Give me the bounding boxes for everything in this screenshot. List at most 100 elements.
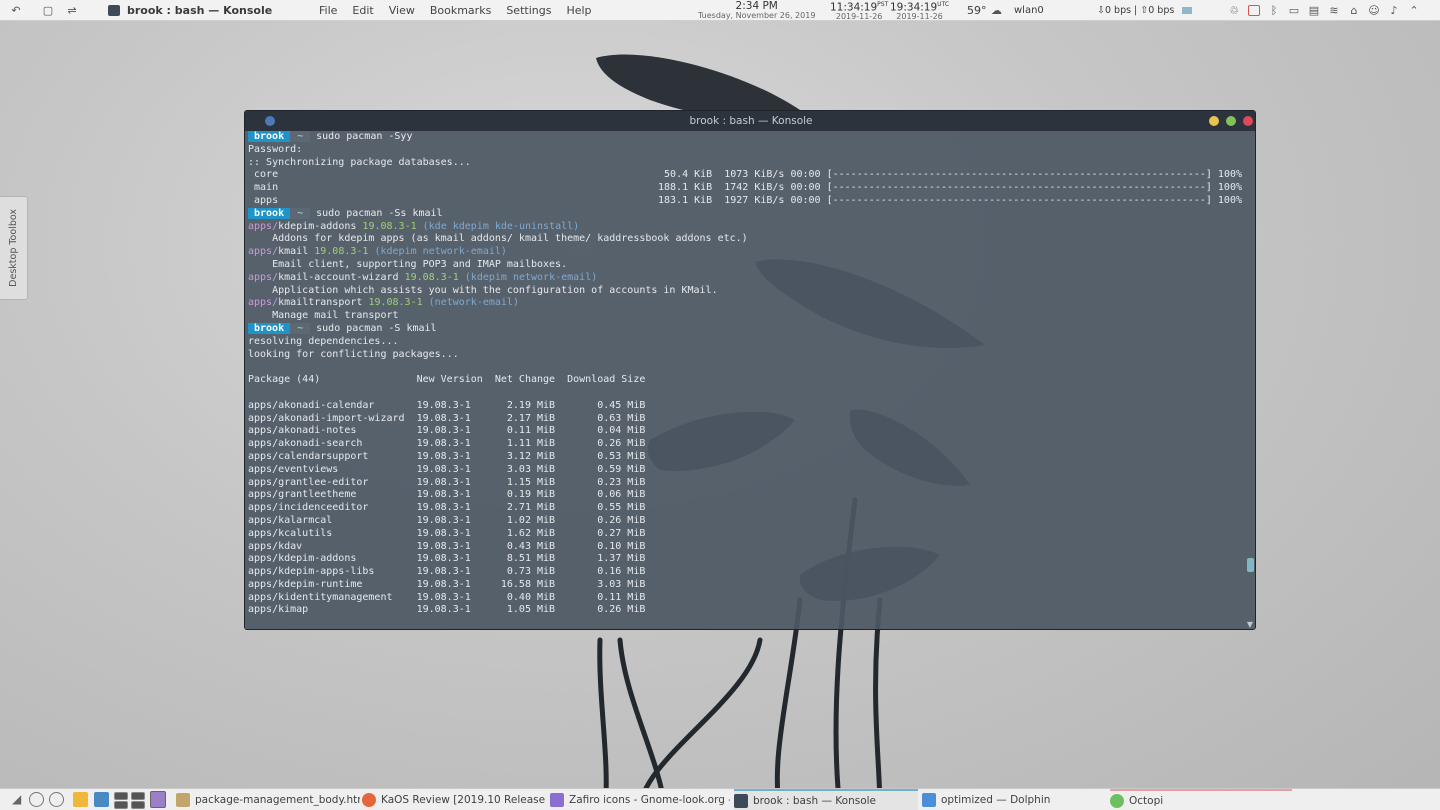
menu-launcher-icon[interactable]: ◢ [12,792,27,807]
package-row: apps/kdepim-apps-libs 19.08.3-1 0.73 MiB… [248,566,646,578]
terminal-line: brook ~ sudo pacman -Ss kmail [248,207,1242,221]
scroll-down-icon[interactable]: ▼ [1247,620,1253,629]
menu-help[interactable]: Help [566,4,591,17]
clock-pst[interactable]: 11:34:19PST 2019-11-26 [830,0,889,22]
minimize-button[interactable] [1209,116,1219,126]
package-row: apps/calendarsupport 19.08.3-1 3.12 MiB … [248,450,646,462]
window-menu-icon[interactable] [265,116,275,126]
terminal-line: :: Synchronizing package databases... [248,156,471,168]
command-text: sudo pacman -S kmail [316,322,437,334]
window-switch-icon[interactable]: ⇌ [66,5,78,16]
task-label: brook : bash — Konsole [753,795,877,807]
result-repo: apps/ [248,220,279,232]
taskbar-task-konsole[interactable]: brook : bash — Konsole [734,789,918,810]
net-separator: | [1134,5,1138,16]
terminal-line: Password: [248,143,303,155]
lock-icon[interactable]: ⌂ [1348,5,1360,16]
browser-icon [550,793,564,807]
download-arrow-icon: ⇩ [1097,5,1105,16]
power-icon[interactable] [49,792,64,807]
volume-icon[interactable]: ♪ [1388,5,1400,16]
taskbar-task-text-editor[interactable]: package-management_body.html... [176,789,360,810]
pager-active-desktop[interactable] [150,791,166,808]
package-row: apps/kalarmcal 19.08.3-1 1.02 MiB 0.26 M… [248,514,646,526]
search-result: apps/kmail 19.08.3-1 (kdepim network-ema… [248,246,1242,259]
active-window-title[interactable]: brook : bash — Konsole [108,0,272,21]
db-progress: 188.1 KiB 1742 KiB/s 00:00 [------------… [658,182,1242,194]
result-version: 19.08.3-1 [368,297,423,309]
user-circle-icon[interactable] [29,792,44,807]
scrollbar-thumb[interactable] [1247,558,1254,572]
system-tray: ♲ ᛒ ▭ ▤ ≋ ⌂ ☺ ♪ ⌃ [1224,0,1424,21]
package-row: apps/kdepim-addons 19.08.3-1 8.51 MiB 1.… [248,553,646,565]
result-name: kdepim-addons [278,220,357,232]
package-row: apps/akonadi-import-wizard 19.08.3-1 2.1… [248,412,646,424]
terminal-icon [108,5,120,16]
package-row: apps/kidentitymanagement 19.08.3-1 0.40 … [248,591,646,603]
folder-icon [922,793,936,807]
terminal-line: looking for conflicting packages... [248,348,459,360]
clock-utc-date: 2019-11-26 [896,12,943,22]
taskbar: ◢ package-management_body.html... KaOS R… [0,788,1440,810]
result-name: kmail [278,246,309,258]
db-progress: 50.4 KiB 1073 KiB/s 00:00 [-------------… [664,169,1242,181]
terminal-line: resolving dependencies... [248,335,399,347]
package-row: apps/grantleetheme 19.08.3-1 0.19 MiB 0.… [248,489,646,501]
menu-bookmarks[interactable]: Bookmarks [430,4,491,17]
konsole-window[interactable]: brook : bash — Konsole brook ~ sudo pacman… [244,110,1256,630]
result-repo: apps/ [248,297,279,309]
result-groups: (network-email) [428,297,519,309]
close-button[interactable] [1243,116,1253,126]
browser-icon [362,793,376,807]
back-arrow-icon[interactable]: ↶ [10,5,22,16]
record-icon[interactable] [1248,5,1260,16]
network-name[interactable]: wlan0 [1014,0,1044,21]
menu-edit[interactable]: Edit [352,4,373,17]
konsole-titlebar[interactable]: brook : bash — Konsole [245,111,1255,131]
prompt-dir: ~ [290,322,311,334]
taskbar-task-zafiro-icons[interactable]: Zafiro icons - Gnome-look.org - Fi... [550,789,730,810]
taskbar-task-octopi[interactable]: Octopi [1110,789,1292,810]
tray-expand-icon[interactable]: ⌃ [1408,5,1420,16]
upload-arrow-icon: ⇧ [1140,5,1149,16]
result-name: kmail-account-wizard [278,271,399,283]
net-speed[interactable]: ⇩ 0 bps | ⇧ 0 bps [1097,0,1193,21]
task-label: Zafiro icons - Gnome-look.org - Fi... [569,794,730,806]
notification-bell-icon[interactable]: ♲ [1228,5,1240,16]
taskbar-task-kaos-review[interactable]: KaOS Review [2019.10 Release] Re... [362,789,546,810]
package-row: apps/incidenceeditor 19.08.3-1 2.71 MiB … [248,502,646,514]
bluetooth-icon[interactable]: ᛒ [1268,5,1280,16]
wifi-icon[interactable]: ≋ [1328,5,1340,16]
clipboard-icon[interactable]: ▤ [1308,5,1320,16]
clock-local[interactable]: 2:34 PM Tuesday, November 26, 2019 [698,0,815,21]
command-text: sudo pacman -Syy [316,131,413,142]
window-square-icon[interactable]: ▢ [42,5,54,16]
taskbar-task-dolphin[interactable]: optimized — Dolphin [922,789,1106,810]
settings-launcher-icon[interactable] [94,792,109,807]
pager-desktop-1[interactable] [114,792,128,800]
db-progress: 183.1 KiB 1927 KiB/s 00:00 [------------… [658,194,1242,206]
weather-widget[interactable]: 59° ☁ [967,0,1007,21]
battery-icon[interactable]: ▭ [1288,5,1300,16]
menu-settings[interactable]: Settings [506,4,551,17]
package-row: apps/kdav 19.08.3-1 0.43 MiB 0.10 MiB [248,540,646,552]
pager-desktop-3[interactable] [114,801,128,809]
menu-file[interactable]: File [319,4,337,17]
user-icon[interactable]: ☺ [1368,5,1380,16]
files-launcher-icon[interactable] [73,792,88,807]
package-table-header: Package (44) New Version Net Change Down… [248,374,646,386]
terminal-area[interactable]: brook~ sudo pacman -Syy Password: :: Sync… [245,131,1255,629]
package-row: apps/kimap 19.08.3-1 1.05 MiB 0.26 MiB [248,604,646,616]
konsole-title: brook : bash — Konsole [689,115,813,127]
clock-utc[interactable]: 19:34:19UTC 2019-11-26 [890,0,949,22]
pager-desktop-2[interactable] [131,792,145,800]
menu-view[interactable]: View [389,4,415,17]
prompt-user: brook [248,207,291,219]
result-version: 19.08.3-1 [362,220,417,232]
clock-pst-zone: PST [877,0,889,8]
desktop-toolbox[interactable]: Desktop Toolbox [0,196,28,300]
maximize-button[interactable] [1226,116,1236,126]
net-up-label: 0 bps [1148,5,1175,16]
pager-desktop-4[interactable] [131,801,145,809]
